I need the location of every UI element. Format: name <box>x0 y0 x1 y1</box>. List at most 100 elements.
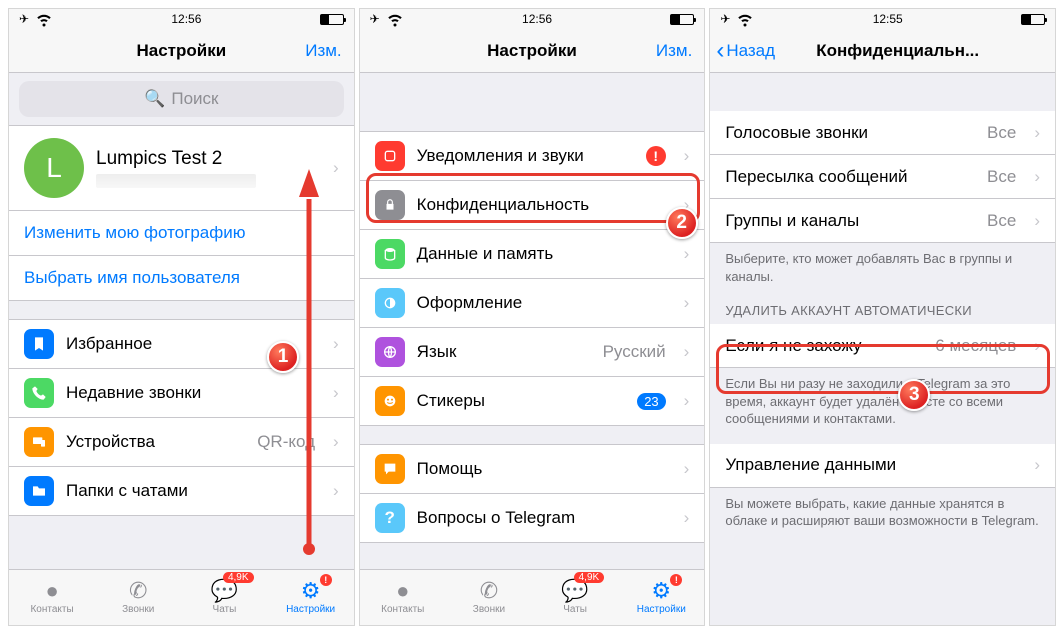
chevron-right-icon: › <box>1034 211 1040 231</box>
language-row[interactable]: Язык Русский › <box>360 328 705 377</box>
nav-bar: Настройки Изм. <box>360 29 705 73</box>
chevron-right-icon: › <box>333 158 339 178</box>
delete-footer: Если Вы ни разу не заходили в Telegram з… <box>710 368 1055 432</box>
groups-footer: Выберите, кто может добавлять Вас в груп… <box>710 243 1055 289</box>
help-row[interactable]: Помощь › <box>360 444 705 494</box>
chat-icon: 💬 <box>561 580 588 602</box>
question-icon: ? <box>375 503 405 533</box>
chevron-left-icon: ‹ <box>716 37 724 65</box>
screen-settings-list: ✈ 12:56 Настройки Изм. Уведомления и зву… <box>359 8 706 626</box>
data-mgmt-footer: Вы можете выбрать, какие данные хранятся… <box>710 488 1055 534</box>
edit-button[interactable]: Изм. <box>656 41 692 61</box>
profile-sub-blur <box>96 174 256 188</box>
sticker-icon <box>375 386 405 416</box>
lock-icon <box>375 190 405 220</box>
status-time: 12:55 <box>873 12 903 26</box>
back-button[interactable]: ‹Назад <box>716 37 775 65</box>
folder-icon <box>24 476 54 506</box>
search-input[interactable]: 🔍 Поиск <box>19 81 344 117</box>
nav-bar: ‹Назад Конфиденциальн... <box>710 29 1055 73</box>
appearance-icon <box>375 288 405 318</box>
tab-contacts[interactable]: ●Контакты <box>360 570 446 625</box>
airplane-icon: ✈ <box>720 12 730 26</box>
screen-settings-main: ✈ 12:56 Настройки Изм. 🔍 Поиск L Lumpics… <box>8 8 355 626</box>
chevron-right-icon: › <box>684 459 690 479</box>
scroll-arrow <box>294 169 324 559</box>
chevron-right-icon: › <box>1034 336 1040 356</box>
alert-dot: ! <box>670 574 682 586</box>
avatar: L <box>24 138 84 198</box>
chevron-right-icon: › <box>684 508 690 528</box>
chevron-right-icon: › <box>1034 455 1040 475</box>
nav-title: Конфиденциальн... <box>816 41 979 61</box>
battery-icon <box>320 14 344 25</box>
appearance-row[interactable]: Оформление › <box>360 279 705 328</box>
phone-icon <box>24 378 54 408</box>
inactive-row[interactable]: Если я не захожу 6 месяцев › <box>710 324 1055 368</box>
phone-icon: ✆ <box>480 580 498 602</box>
chevron-right-icon: › <box>684 146 690 166</box>
battery-icon <box>670 14 694 25</box>
chevron-right-icon: › <box>1034 167 1040 187</box>
gear-icon: ⚙ <box>301 580 321 602</box>
voice-calls-row[interactable]: Голосовые звонки Все › <box>710 111 1055 155</box>
nav-title: Настройки <box>487 41 577 61</box>
data-management-row[interactable]: Управление данными › <box>710 444 1055 488</box>
bookmark-icon <box>24 329 54 359</box>
tab-chats[interactable]: 4,9K💬Чаты <box>532 570 618 625</box>
nav-bar: Настройки Изм. <box>9 29 354 73</box>
tab-contacts[interactable]: ●Контакты <box>9 570 95 625</box>
privacy-row[interactable]: Конфиденциальность › <box>360 181 705 230</box>
stickers-badge: 23 <box>637 393 665 410</box>
tab-bar: ●Контакты ✆Звонки 4,9K💬Чаты !⚙Настройки <box>9 569 354 625</box>
battery-icon <box>1021 14 1045 25</box>
wifi-icon <box>736 10 754 28</box>
wifi-icon <box>386 10 404 28</box>
search-placeholder: Поиск <box>171 89 218 109</box>
wifi-icon <box>35 10 53 28</box>
status-time: 12:56 <box>171 12 201 26</box>
tab-bar: ●Контакты ✆Звонки 4,9K💬Чаты !⚙Настройки <box>360 569 705 625</box>
stickers-row[interactable]: Стикеры 23 › <box>360 377 705 426</box>
data-storage-row[interactable]: Данные и память › <box>360 230 705 279</box>
chevron-right-icon: › <box>1034 123 1040 143</box>
faq-row[interactable]: ? Вопросы о Telegram › <box>360 494 705 543</box>
chevron-right-icon: › <box>333 481 339 501</box>
status-bar: ✈ 12:56 <box>9 9 354 29</box>
airplane-icon: ✈ <box>19 12 29 26</box>
notifications-row[interactable]: Уведомления и звуки ! › <box>360 131 705 181</box>
search-icon: 🔍 <box>144 89 165 109</box>
step-badge-1: 1 <box>267 341 299 373</box>
airplane-icon: ✈ <box>370 12 380 26</box>
tab-chats[interactable]: 4,9K💬Чаты <box>181 570 267 625</box>
delete-header: УДАЛИТЬ АККАУНТ АВТОМАТИЧЕСКИ <box>710 289 1055 324</box>
phone-icon: ✆ <box>129 580 147 602</box>
chevron-right-icon: › <box>684 244 690 264</box>
tab-settings[interactable]: !⚙Настройки <box>618 570 704 625</box>
status-bar: ✈ 12:55 <box>710 9 1055 29</box>
forward-row[interactable]: Пересылка сообщений Все › <box>710 155 1055 199</box>
contact-icon: ● <box>396 580 409 602</box>
screen-privacy: ✈ 12:55 ‹Назад Конфиденциальн... Голосов… <box>709 8 1056 626</box>
status-time: 12:56 <box>522 12 552 26</box>
status-bar: ✈ 12:56 <box>360 9 705 29</box>
tab-settings[interactable]: !⚙Настройки <box>268 570 354 625</box>
chevron-right-icon: › <box>333 383 339 403</box>
tab-calls[interactable]: ✆Звонки <box>95 570 181 625</box>
chat-icon: 💬 <box>211 580 238 602</box>
devices-icon <box>24 427 54 457</box>
database-icon <box>375 239 405 269</box>
step-badge-2: 2 <box>666 207 698 239</box>
chevron-right-icon: › <box>684 342 690 362</box>
bell-icon <box>375 141 405 171</box>
alert-badge: ! <box>646 146 666 166</box>
nav-title: Настройки <box>136 41 226 61</box>
edit-button[interactable]: Изм. <box>305 41 341 61</box>
gear-icon: ⚙ <box>651 580 671 602</box>
chevron-right-icon: › <box>333 334 339 354</box>
tab-calls[interactable]: ✆Звонки <box>446 570 532 625</box>
alert-dot: ! <box>320 574 332 586</box>
chevron-right-icon: › <box>684 293 690 313</box>
groups-row[interactable]: Группы и каналы Все › <box>710 199 1055 243</box>
chat-icon <box>375 454 405 484</box>
